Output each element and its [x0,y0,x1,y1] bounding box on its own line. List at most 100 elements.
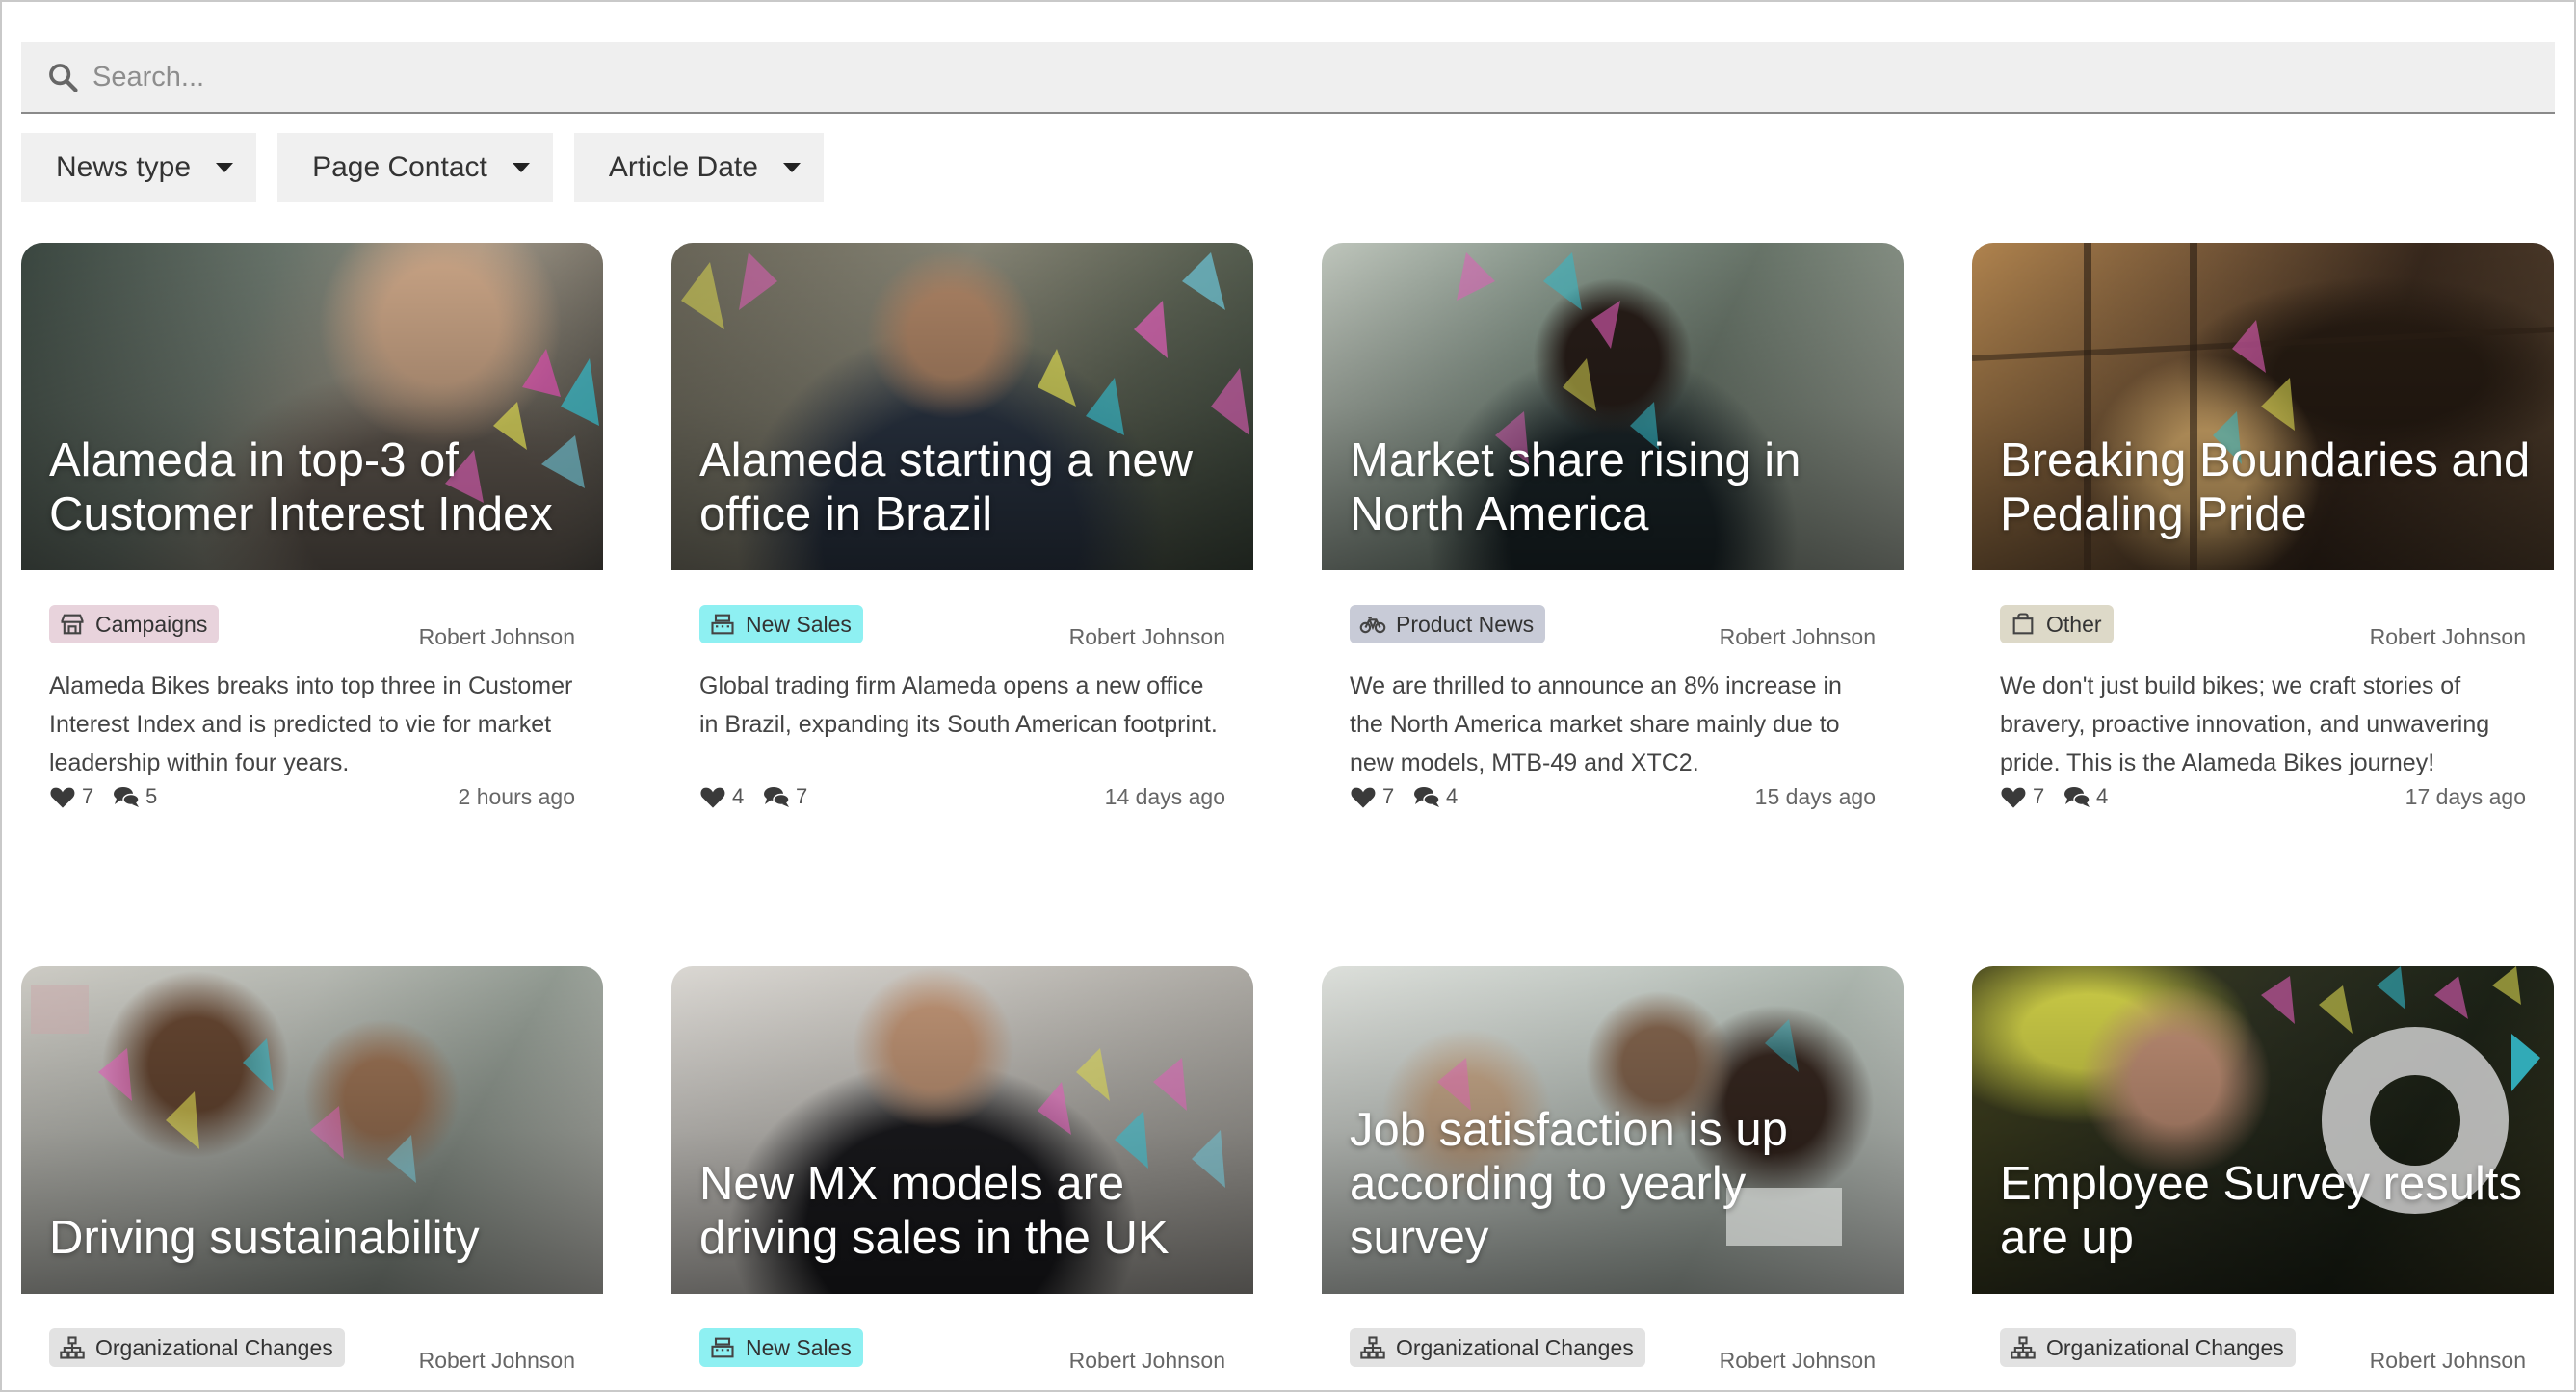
category-tag[interactable]: Organizational Changes [2000,1328,2296,1367]
card-image: Market share rising in North America [1322,243,1904,570]
timestamp: 2 hours ago [458,784,575,809]
card-description: Global trading firm Alameda opens a new … [699,672,1218,738]
caret-down-icon [512,163,530,172]
comments[interactable]: 7 [763,784,807,809]
likes[interactable]: 4 [699,784,744,809]
heart-icon [2001,787,2026,808]
filter-news-type[interactable]: News type [21,133,257,202]
likes-count: 7 [2033,784,2045,808]
timestamp: 17 days ago [2405,784,2526,809]
bicycle-icon [1359,616,1386,634]
card-image: Job satisfaction is up according to year… [1322,966,1904,1294]
news-app: News type Page Contact Article Date Alam… [0,0,2576,1392]
comments[interactable]: 4 [1413,784,1458,809]
card-description: We don't just build bikes; we craft stor… [2000,672,2490,776]
likes-count: 4 [732,784,745,808]
caret-down-icon [782,163,801,172]
news-card[interactable]: Alameda starting a new office in Brazil … [671,243,1253,823]
category-tag[interactable]: Product News [1350,605,1546,643]
org-chart-icon [60,1336,85,1359]
category-tag[interactable]: New Sales [699,1328,863,1367]
card-image: Breaking Boundaries and Pedaling Pride [1972,243,2554,570]
comments-icon [764,787,790,807]
news-card[interactable]: Driving sustainability Organizational Ch… [21,966,603,1390]
timestamp: 14 days ago [1104,784,1225,809]
filter-article-date[interactable]: Article Date [573,133,824,202]
caret-down-icon [216,163,234,172]
likes-count: 7 [1382,784,1395,808]
author: Robert Johnson [418,624,575,649]
comments-count: 4 [2096,784,2109,808]
card-title: Job satisfaction is up according to year… [1350,1104,1788,1264]
likes[interactable]: 7 [1350,784,1394,809]
comments-count: 4 [1446,784,1459,808]
card-image: New MX models are driving sales in the U… [671,966,1253,1294]
news-card[interactable]: Breaking Boundaries and Pedaling Pride O… [1972,243,2554,823]
card-image: Alameda in top-3 of Customer Interest In… [21,243,603,570]
category-tag[interactable]: Campaigns [49,605,220,643]
tag-label: Campaigns [95,611,208,637]
heart-icon [700,787,725,808]
card-title: Employee Survey results are up [2000,1158,2522,1264]
card-title: Market share rising in North America [1350,434,1801,540]
org-chart-icon [1360,1336,1385,1359]
card-title: Alameda starting a new office in Brazil [699,434,1194,540]
author: Robert Johnson [418,1348,575,1373]
card-title: New MX models are driving sales in the U… [699,1158,1170,1264]
cash-register-icon [711,614,734,635]
comments-icon [114,787,140,807]
bag-icon [2012,613,2034,635]
cash-register-icon [711,1337,734,1358]
heart-icon [1351,787,1376,808]
category-tag[interactable]: New Sales [699,605,863,643]
tag-label: New Sales [746,1334,852,1360]
news-card[interactable]: Market share rising in North America Pro… [1322,243,1904,823]
comments[interactable]: 4 [2063,784,2108,809]
card-description: Alameda Bikes breaks into top three in C… [49,672,573,776]
comments-count: 5 [145,784,158,808]
timestamp: 15 days ago [1754,784,1876,809]
news-card[interactable]: Employee Survey results are up Organizat… [1972,966,2554,1390]
likes[interactable]: 7 [2000,784,2044,809]
tag-label: Organizational Changes [2046,1334,2284,1360]
filter-bar: News type Page Contact Article Date [21,133,824,202]
search-icon [49,64,78,92]
tag-label: Other [2046,611,2102,637]
comments[interactable]: 5 [113,784,157,809]
search-input[interactable] [92,42,2555,112]
org-chart-icon [2011,1336,2036,1359]
author: Robert Johnson [2369,1348,2526,1373]
comments-icon [1414,787,1440,807]
card-image: Alameda starting a new office in Brazil [671,243,1253,570]
comments-icon [2064,787,2090,807]
heart-icon [50,787,75,808]
tag-label: Organizational Changes [1396,1334,1634,1360]
tag-label: New Sales [746,611,852,637]
search-bar[interactable] [21,42,2555,114]
author: Robert Johnson [1719,1348,1876,1373]
author: Robert Johnson [1719,624,1876,649]
card-title: Driving sustainability [49,1212,480,1264]
news-card[interactable]: Job satisfaction is up according to year… [1322,966,1904,1390]
author: Robert Johnson [1068,1348,1225,1373]
tag-label: Organizational Changes [95,1334,333,1360]
category-tag[interactable]: Other [2000,605,2114,643]
likes[interactable]: 7 [49,784,93,809]
filter-label: News type [56,151,192,183]
author: Robert Johnson [1068,624,1225,649]
tag-label: Product News [1396,611,1535,637]
category-tag[interactable]: Organizational Changes [1350,1328,1645,1367]
news-card[interactable]: New MX models are driving sales in the U… [671,966,1253,1390]
card-title: Alameda in top-3 of Customer Interest In… [49,434,553,540]
likes-count: 7 [82,784,94,808]
store-icon [61,614,84,635]
filter-label: Article Date [608,151,758,183]
filter-page-contact[interactable]: Page Contact [277,133,553,202]
card-description: We are thrilled to announce an 8% increa… [1350,672,1842,776]
card-image: Employee Survey results are up [1972,966,2554,1294]
news-card[interactable]: Alameda in top-3 of Customer Interest In… [21,243,603,823]
card-image: Driving sustainability [21,966,603,1294]
card-title: Breaking Boundaries and Pedaling Pride [2000,434,2531,540]
comments-count: 7 [796,784,808,808]
category-tag[interactable]: Organizational Changes [49,1328,345,1367]
